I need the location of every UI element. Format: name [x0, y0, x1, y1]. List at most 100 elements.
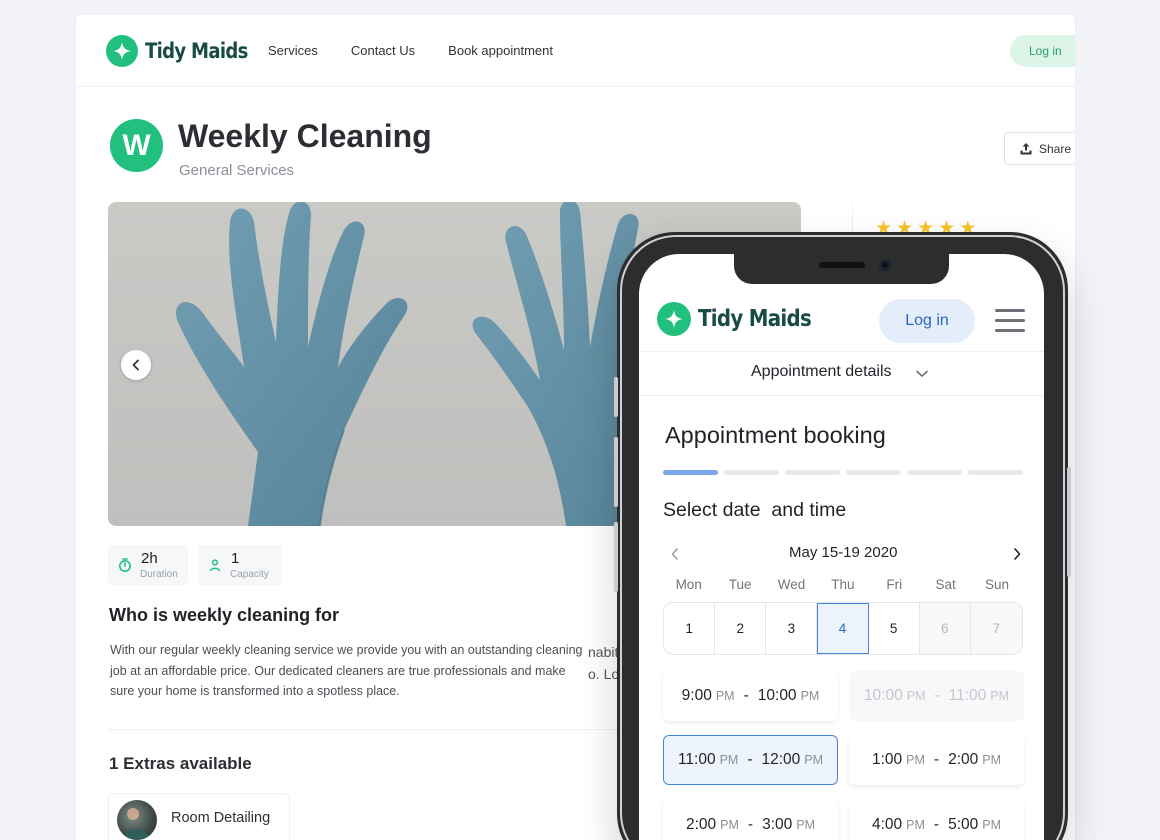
nav-link-services[interactable]: Services — [268, 43, 318, 58]
progress-step — [785, 470, 840, 475]
carousel-prev-button[interactable] — [121, 350, 151, 380]
slot-end: 2:00 — [948, 751, 979, 768]
share-label: Share — [1039, 141, 1072, 156]
progress-step — [968, 470, 1023, 475]
hamburger-menu-icon[interactable] — [995, 309, 1025, 333]
extra-item-image — [117, 800, 157, 840]
appointment-details-toggle[interactable]: Appointment details — [639, 352, 1044, 396]
time-slot[interactable]: 2:00 PM -3:00 PM — [663, 800, 838, 840]
duration-label: Duration — [140, 569, 178, 580]
phone-volume-button — [614, 437, 618, 507]
duration-value: 2h — [141, 550, 158, 567]
extras-title: 1 Extras available — [109, 754, 252, 773]
weekday-label: Sat — [935, 577, 956, 592]
appointment-details-label: Appointment details — [751, 363, 892, 380]
day-cell-selected[interactable]: 4 — [817, 603, 869, 654]
capacity-value: 1 — [231, 550, 240, 567]
progress-step — [724, 470, 779, 475]
chevron-down-icon — [916, 370, 928, 377]
extra-item-card[interactable]: Room Detailing — [108, 793, 290, 840]
slot-period: PM — [982, 818, 1001, 832]
slot-end: 5:00 — [948, 816, 979, 833]
booking-title: Appointment booking — [665, 422, 886, 448]
phone-power-button — [1067, 467, 1071, 577]
speaker-grille — [819, 262, 865, 268]
phone-mockup: Tidy Maids Log in Appointment details Ap… — [614, 232, 1071, 840]
brand-logo[interactable]: Tidy Maids — [657, 302, 829, 336]
phone-volume-button — [614, 522, 618, 592]
brand-logo[interactable]: Tidy Maids — [106, 35, 264, 67]
progress-step — [663, 470, 718, 475]
time-slot[interactable]: 9:00 PM -10:00 PM — [663, 671, 838, 721]
calendar-next-button[interactable] — [1011, 547, 1023, 561]
service-badge: W — [110, 119, 163, 172]
front-camera — [879, 259, 891, 271]
person-icon — [209, 559, 221, 572]
day-cell[interactable]: 2 — [715, 603, 767, 654]
phone-screen: Tidy Maids Log in Appointment details Ap… — [639, 254, 1044, 840]
day-picker: 1 2 3 4 5 6 7 — [663, 602, 1023, 655]
mobile-navbar: Tidy Maids Log in — [639, 284, 1044, 352]
weekday-header: Mon Tue Wed Thu Fri Sat Sun — [663, 577, 1023, 592]
brand-name: Tidy Maids — [145, 39, 248, 63]
select-date-title: Select date and time — [663, 499, 847, 521]
slot-period: PM — [715, 689, 735, 703]
slot-start: 10:00 — [863, 687, 903, 704]
weekday-label: Tue — [728, 577, 752, 592]
nav-links: Services Contact Us Book appointment — [268, 43, 586, 58]
divider — [108, 729, 628, 730]
slot-separator: - — [933, 751, 940, 768]
nav-link-book[interactable]: Book appointment — [448, 43, 553, 58]
service-description: With our regular weekly cleaning service… — [110, 643, 583, 698]
share-button[interactable]: Share — [1004, 132, 1075, 165]
service-category: General Services — [179, 162, 295, 179]
brand-name: Tidy Maids — [698, 306, 812, 332]
nav-link-contact[interactable]: Contact Us — [351, 43, 415, 58]
day-cell-disabled: 6 — [919, 603, 971, 654]
slot-start: 11:00 — [677, 751, 716, 768]
time-slot-disabled: 10:00 PM -11:00 PM — [849, 671, 1024, 721]
time-slot[interactable]: 4:00 PM -5:00 PM — [849, 800, 1024, 840]
slot-period: PM — [796, 818, 815, 832]
slot-period: PM — [990, 689, 1010, 703]
phone-notch — [734, 254, 949, 284]
slot-separator: - — [747, 751, 753, 768]
sparkle-icon — [657, 302, 691, 336]
slot-period: PM — [906, 818, 925, 832]
mobile-login-button[interactable]: Log in — [879, 299, 975, 343]
day-cell[interactable]: 1 — [664, 603, 716, 654]
login-button[interactable]: Log in — [1010, 35, 1075, 67]
slot-start: 4:00 — [871, 816, 903, 833]
slot-period: PM — [720, 818, 739, 832]
slot-separator: - — [934, 687, 940, 704]
weekday-label: Fri — [886, 577, 903, 592]
service-title: Weekly Cleaning — [178, 118, 432, 154]
sparkle-icon — [106, 35, 138, 67]
share-icon — [1020, 142, 1032, 154]
capacity-chip: 1 Capacity — [198, 545, 282, 585]
phone-volume-button — [614, 377, 618, 417]
slot-period: PM — [982, 753, 1001, 767]
weekday-label: Mon — [675, 577, 702, 592]
weekday-label: Wed — [777, 577, 806, 592]
capacity-label: Capacity — [230, 569, 269, 580]
day-cell[interactable]: 5 — [869, 603, 920, 654]
clipped-text-line: o. Lo — [588, 666, 620, 682]
section-title-who: Who is weekly cleaning for — [109, 605, 340, 625]
slot-start: 1:00 — [871, 751, 903, 768]
slot-period: PM — [906, 753, 925, 767]
booking-progress — [663, 470, 1029, 475]
slot-end: 10:00 — [757, 687, 797, 704]
time-slot-selected[interactable]: 11:00 PM -12:00 PM — [663, 735, 838, 785]
extra-item-name: Room Detailing — [171, 810, 271, 826]
slot-start: 9:00 — [681, 687, 712, 704]
slot-end: 11:00 — [948, 687, 987, 704]
calendar-prev-button[interactable] — [669, 547, 681, 561]
time-slot[interactable]: 1:00 PM -2:00 PM — [849, 735, 1024, 785]
chevron-left-icon — [132, 359, 139, 371]
clipped-text-line: nabit — [588, 644, 619, 660]
day-cell[interactable]: 3 — [766, 603, 818, 654]
slot-period: PM — [800, 689, 820, 703]
slot-start: 2:00 — [685, 816, 717, 833]
progress-step — [846, 470, 901, 475]
